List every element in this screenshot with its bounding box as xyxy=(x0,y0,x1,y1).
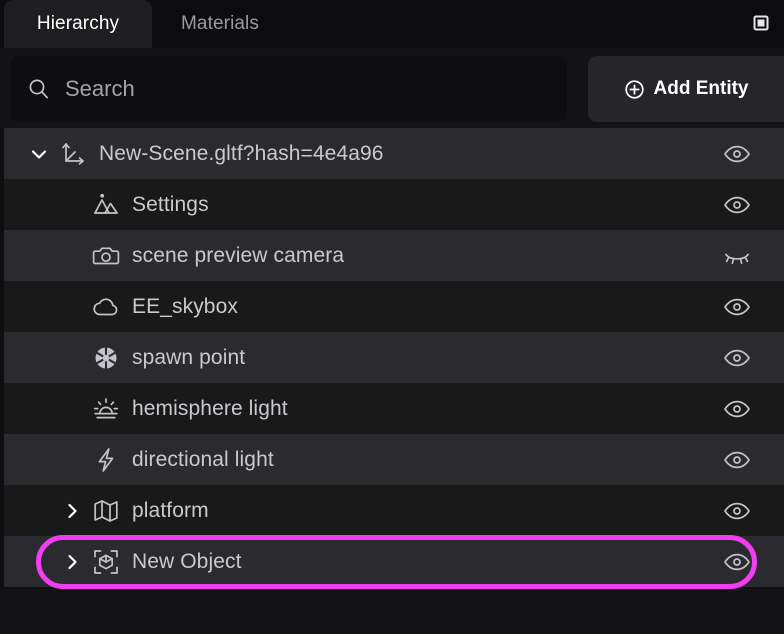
cloud-icon xyxy=(92,293,120,321)
camera-icon xyxy=(92,242,120,270)
tree-row-scene[interactable]: New-Scene.gltf?hash=4e4a96 xyxy=(4,128,784,179)
panel-square-icon[interactable] xyxy=(751,13,771,33)
chevron-right-icon[interactable] xyxy=(59,498,85,524)
axes-transform-icon xyxy=(59,140,87,168)
tree-row-label: spawn point xyxy=(132,345,246,369)
toolbar: Add Entity xyxy=(0,48,784,128)
chevron-down-icon[interactable] xyxy=(26,141,52,167)
eye-open-icon[interactable] xyxy=(723,195,751,215)
eye-open-icon[interactable] xyxy=(723,450,751,470)
twisty-placeholder xyxy=(59,396,85,422)
eye-open-icon[interactable] xyxy=(723,297,751,317)
tree-row-label: New-Scene.gltf?hash=4e4a96 xyxy=(99,141,384,165)
add-entity-label: Add Entity xyxy=(653,78,749,99)
eye-closed-icon[interactable] xyxy=(723,246,751,266)
add-entity-button[interactable]: Add Entity xyxy=(588,56,784,122)
chevron-right-icon[interactable] xyxy=(59,549,85,575)
tree-row-ee-skybox[interactable]: EE_skybox xyxy=(4,281,784,332)
tree-row-settings[interactable]: Settings xyxy=(4,179,784,230)
tree-row-new-object[interactable]: New Object xyxy=(4,536,784,587)
aperture-icon xyxy=(92,344,120,372)
tree-row-directional-light[interactable]: directional light xyxy=(4,434,784,485)
twisty-placeholder xyxy=(59,243,85,269)
tree-row-spawn-point[interactable]: spawn point xyxy=(4,332,784,383)
tree-row-label: New Object xyxy=(132,549,242,573)
hierarchy-panel: Hierarchy Materials Search Add Entity Ne… xyxy=(0,0,784,634)
tree-row-label: Settings xyxy=(132,192,209,216)
eye-open-icon[interactable] xyxy=(723,144,751,164)
tree-row-hemisphere-light[interactable]: hemisphere light xyxy=(4,383,784,434)
tab-materials-label: Materials xyxy=(181,13,259,34)
search-box[interactable] xyxy=(10,56,567,122)
twisty-placeholder xyxy=(59,345,85,371)
tree-row-label: platform xyxy=(132,498,209,522)
plus-circle-icon xyxy=(624,79,645,100)
sunrise-icon xyxy=(92,395,120,423)
tree-row-label: EE_skybox xyxy=(132,294,238,318)
tab-bar: Hierarchy Materials xyxy=(0,0,784,48)
eye-open-icon[interactable] xyxy=(723,552,751,572)
tab-hierarchy[interactable]: Hierarchy xyxy=(4,0,152,48)
search-input[interactable] xyxy=(65,76,567,102)
eye-open-icon[interactable] xyxy=(723,348,751,368)
tab-materials[interactable]: Materials xyxy=(152,0,288,48)
twisty-placeholder xyxy=(59,447,85,473)
tree-row-label: directional light xyxy=(132,447,274,471)
tree-row-label: scene preview camera xyxy=(132,243,345,267)
map-icon xyxy=(92,497,120,525)
search-icon xyxy=(26,76,52,102)
eye-open-icon[interactable] xyxy=(723,399,751,419)
twisty-placeholder xyxy=(59,192,85,218)
image-mountains-icon xyxy=(92,191,120,219)
tree-row-scene-preview-camera[interactable]: scene preview camera xyxy=(4,230,784,281)
tree-row-platform[interactable]: platform xyxy=(4,485,784,536)
twisty-placeholder xyxy=(59,294,85,320)
eye-open-icon[interactable] xyxy=(723,501,751,521)
entity-tree: New-Scene.gltf?hash=4e4a96 Settings scen… xyxy=(0,128,784,589)
tab-hierarchy-label: Hierarchy xyxy=(36,13,120,34)
tree-row-label: hemisphere light xyxy=(132,396,288,420)
lightning-bolt-icon xyxy=(92,446,120,474)
bounding-box-cube-icon xyxy=(92,548,120,576)
